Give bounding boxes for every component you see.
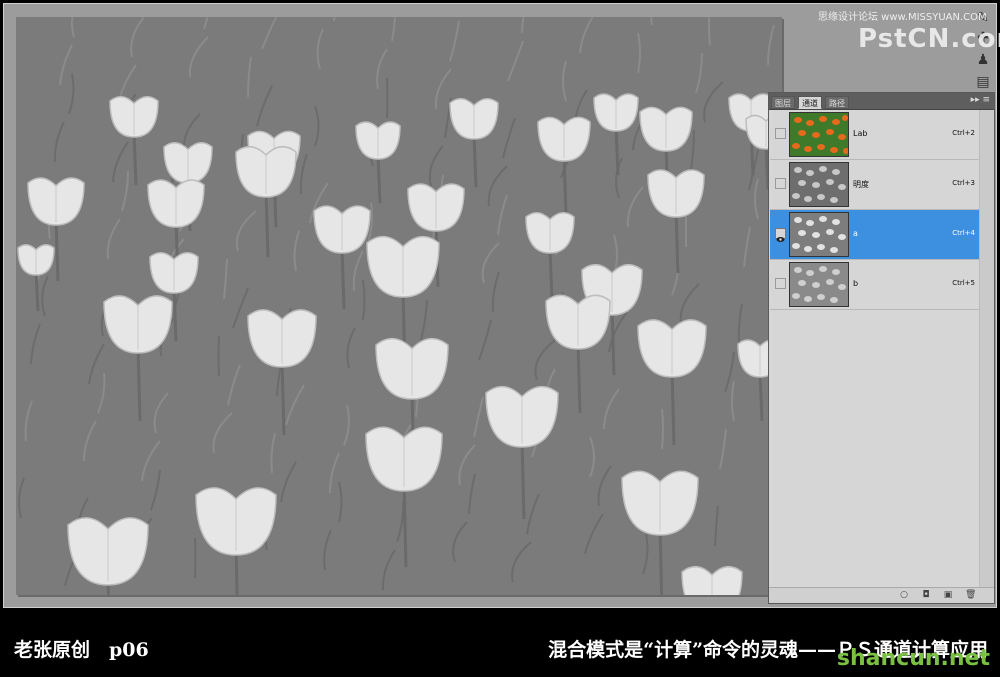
panel-menu-icon[interactable]: ▸▸ ≡ — [971, 95, 990, 105]
panel-tab-bar: 图层 通道 路径 ▸▸ ≡ — [769, 93, 994, 110]
channel-thumbnail — [789, 262, 849, 307]
panel-scrollbar[interactable] — [979, 110, 994, 590]
visibility-toggle-icon[interactable] — [775, 278, 786, 289]
eye-icon[interactable] — [775, 228, 786, 242]
channel-thumbnail — [789, 212, 849, 257]
panel-footer: ○ ◘ ▣ 🗑 — [769, 587, 994, 603]
watermark-top: 思缘设计论坛 www.MISSYUAN.COM — [818, 12, 987, 23]
visibility-toggle-icon[interactable] — [775, 128, 786, 139]
selection-circle-icon[interactable]: ○ — [899, 590, 909, 600]
channel-shortcut: Ctrl+4 — [952, 229, 975, 237]
channel-name: 明度 — [853, 180, 869, 189]
save-selection-icon[interactable]: ◘ — [921, 590, 931, 600]
channel-shortcut: Ctrl+3 — [952, 179, 975, 187]
watermark-bottom: shancun.net — [836, 646, 990, 671]
channel-thumbnail — [789, 112, 849, 157]
channels-panel: 图层 通道 路径 ▸▸ ≡ Lab Ctrl+2 明度 Ctrl+3 a Ctr… — [768, 92, 995, 604]
channel-name: a — [853, 229, 858, 238]
visibility-toggle-icon[interactable] — [775, 178, 786, 189]
watermark-logo: PstCN.com — [858, 24, 1000, 54]
channel-row-b[interactable]: b Ctrl+5 — [770, 260, 979, 310]
document-canvas[interactable] — [16, 17, 782, 595]
channel-name: Lab — [853, 129, 868, 138]
type-icon[interactable]: ▤ — [974, 73, 992, 91]
channel-row-lightness[interactable]: 明度 Ctrl+3 — [770, 160, 979, 210]
channel-shortcut: Ctrl+5 — [952, 279, 975, 287]
channel-name: b — [853, 279, 859, 288]
channel-shortcut: Ctrl+2 — [952, 129, 975, 137]
channel-row-lab[interactable]: Lab Ctrl+2 — [770, 110, 979, 160]
caption-left: 老张原创 p06 — [14, 639, 149, 661]
delete-channel-icon[interactable]: 🗑 — [965, 590, 976, 600]
tab-paths[interactable]: 路径 — [825, 96, 849, 109]
channel-thumbnail — [789, 162, 849, 207]
channel-row-a[interactable]: a Ctrl+4 — [770, 210, 979, 260]
tulip-image — [16, 17, 782, 595]
new-channel-icon[interactable]: ▣ — [943, 590, 953, 600]
tab-channels[interactable]: 通道 — [798, 96, 822, 109]
tab-layers[interactable]: 图层 — [771, 96, 795, 109]
